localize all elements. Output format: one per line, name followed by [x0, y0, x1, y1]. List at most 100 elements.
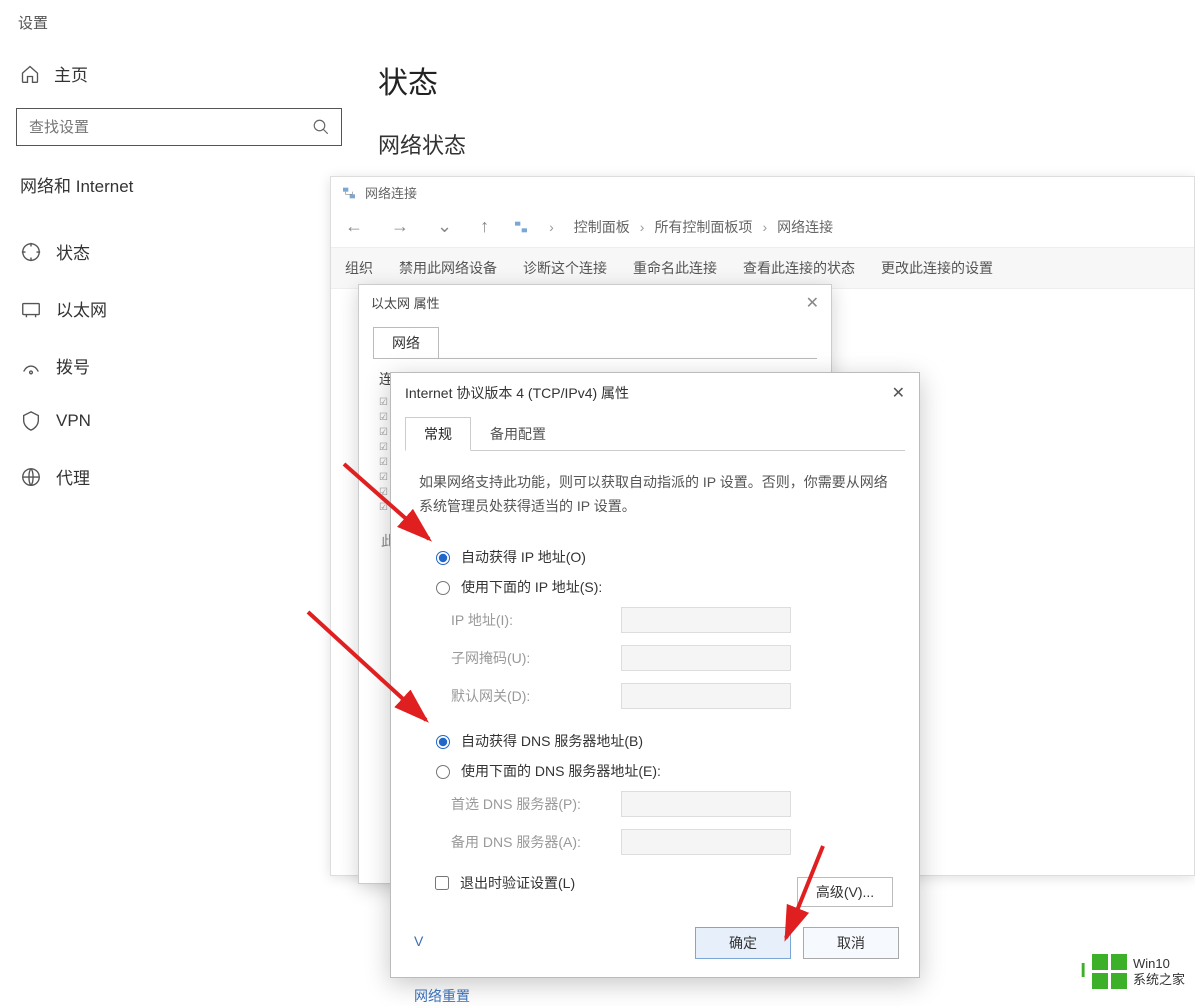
wm-line1: Win10 — [1133, 956, 1185, 972]
search-icon — [312, 118, 330, 136]
checkbox-validate-label: 退出时验证设置(L) — [460, 873, 575, 893]
toolbar-view-status[interactable]: 查看此连接的状态 — [743, 258, 855, 278]
toolbar-disable[interactable]: 禁用此网络设备 — [399, 258, 497, 278]
sidebar-item-proxy[interactable]: 代理 — [0, 448, 358, 505]
recent-dropdown[interactable]: ⌄ — [433, 214, 456, 239]
watermark-text: Win10 系统之家 — [1133, 956, 1185, 987]
watermark-logo-text: I — [1080, 960, 1086, 983]
radio-manual-dns-input[interactable] — [436, 765, 450, 779]
watermark: I Win10 系统之家 — [1080, 954, 1185, 989]
nc-titlebar: 网络连接 — [331, 177, 1194, 208]
field-subnet: 子网掩码(U): — [451, 645, 891, 671]
search-input[interactable] — [16, 108, 342, 146]
close-icon[interactable]: ✕ — [892, 383, 905, 403]
sidebar-item-label: 代理 — [56, 464, 90, 489]
radio-manual-ip-input[interactable] — [436, 581, 450, 595]
alt-dns-label: 备用 DNS 服务器(A): — [451, 832, 621, 852]
cancel-button[interactable]: 取消 — [803, 927, 899, 959]
path-icon — [513, 219, 529, 235]
toolbar-change-settings[interactable]: 更改此连接的设置 — [881, 258, 993, 278]
checkbox-validate-input[interactable] — [435, 876, 449, 890]
ip-title: Internet 协议版本 4 (TCP/IPv4) 属性 — [405, 383, 629, 403]
radio-manual-ip-label: 使用下面的 IP 地址(S): — [461, 577, 602, 597]
pref-dns-input — [621, 791, 791, 817]
radio-auto-ip[interactable]: 自动获得 IP 地址(O) — [431, 547, 891, 567]
forward-button[interactable]: → — [387, 214, 413, 239]
ok-button[interactable]: 确定 — [695, 927, 791, 959]
ip-address-label: IP 地址(I): — [451, 610, 621, 630]
crumb-item[interactable]: 所有控制面板项 — [654, 217, 752, 237]
radio-manual-dns-label: 使用下面的 DNS 服务器地址(E): — [461, 761, 661, 781]
main-content: 状态 网络状态 — [378, 58, 1195, 160]
page-title: 状态 — [378, 58, 1195, 102]
page-subtitle: 网络状态 — [378, 128, 1195, 160]
gateway-input — [621, 683, 791, 709]
sidebar-home[interactable]: 主页 — [0, 49, 358, 98]
toolbar-rename[interactable]: 重命名此连接 — [633, 258, 717, 278]
eth-tab-network[interactable]: 网络 — [373, 327, 439, 358]
search-box — [16, 108, 342, 146]
link-v[interactable]: V — [414, 933, 423, 949]
toolbar-diagnose[interactable]: 诊断这个连接 — [523, 258, 607, 278]
radio-auto-ip-input[interactable] — [436, 551, 450, 565]
ethernet-icon — [20, 298, 42, 320]
sidebar-item-status[interactable]: 状态 — [0, 223, 358, 280]
sidebar-item-dialup[interactable]: 拨号 — [0, 337, 358, 394]
ip-address-input — [621, 607, 791, 633]
subnet-label: 子网掩码(U): — [451, 648, 621, 668]
advanced-button[interactable]: 高级(V)... — [797, 877, 893, 907]
proxy-icon — [20, 466, 42, 488]
subnet-input — [621, 645, 791, 671]
sidebar-item-label: VPN — [56, 411, 91, 431]
sidebar-title: 设置 — [0, 12, 358, 49]
ip-description: 如果网络支持此功能，则可以获取自动指派的 IP 设置。否则，你需要从网络系统管理… — [419, 471, 891, 519]
link-network-reset[interactable]: 网络重置 — [414, 986, 470, 1006]
sidebar-item-label: 拨号 — [56, 353, 90, 378]
wm-line2: 系统之家 — [1133, 972, 1185, 988]
ip-body: 如果网络支持此功能，则可以获取自动指派的 IP 设置。否则，你需要从网络系统管理… — [405, 450, 905, 905]
radio-auto-ip-label: 自动获得 IP 地址(O) — [461, 547, 586, 567]
dialup-icon — [20, 355, 42, 377]
ipv4-properties-window: Internet 协议版本 4 (TCP/IPv4) 属性 ✕ 常规 备用配置 … — [390, 372, 920, 978]
up-button[interactable]: ↑ — [476, 214, 493, 239]
pref-dns-label: 首选 DNS 服务器(P): — [451, 794, 621, 814]
crumb-item[interactable]: 控制面板 — [574, 217, 630, 237]
radio-manual-dns[interactable]: 使用下面的 DNS 服务器地址(E): — [431, 761, 891, 781]
nc-title-text: 网络连接 — [365, 183, 417, 202]
sidebar-item-label: 以太网 — [56, 296, 107, 321]
field-ip-address: IP 地址(I): — [451, 607, 891, 633]
eth-titlebar: 以太网 属性 ✕ — [359, 285, 831, 317]
sidebar-item-vpn[interactable]: VPN — [0, 394, 358, 448]
field-gateway: 默认网关(D): — [451, 683, 891, 709]
nc-toolbar: 组织 禁用此网络设备 诊断这个连接 重命名此连接 查看此连接的状态 更改此连接的… — [331, 248, 1194, 289]
sidebar-item-ethernet[interactable]: 以太网 — [0, 280, 358, 337]
eth-title: 以太网 属性 — [371, 293, 440, 313]
crumb-item[interactable]: 网络连接 — [777, 217, 833, 237]
sidebar-section: 网络和 Internet — [0, 172, 358, 223]
windows-logo-icon — [1092, 954, 1127, 989]
back-button[interactable]: ← — [341, 214, 367, 239]
ip-button-row: 确定 取消 — [695, 927, 899, 959]
breadcrumb: 控制面板 › 所有控制面板项 › 网络连接 — [574, 217, 833, 237]
radio-manual-ip[interactable]: 使用下面的 IP 地址(S): — [431, 577, 891, 597]
alt-dns-input — [621, 829, 791, 855]
breadcrumb-sep: › — [549, 219, 554, 235]
tab-alternate[interactable]: 备用配置 — [471, 417, 565, 451]
radio-auto-dns-input[interactable] — [436, 735, 450, 749]
field-alt-dns: 备用 DNS 服务器(A): — [451, 829, 891, 855]
nc-navbar: ← → ⌄ ↑ › 控制面板 › 所有控制面板项 › 网络连接 — [331, 208, 1194, 248]
radio-auto-dns-label: 自动获得 DNS 服务器地址(B) — [461, 731, 643, 751]
ip-titlebar: Internet 协议版本 4 (TCP/IPv4) 属性 ✕ — [391, 373, 919, 409]
home-label: 主页 — [54, 61, 88, 86]
status-icon — [20, 241, 42, 263]
settings-sidebar: 设置 主页 网络和 Internet 状态 以太网 拨号 VPN 代理 — [0, 0, 358, 1001]
breadcrumb-sep: › — [640, 219, 645, 235]
tab-general[interactable]: 常规 — [405, 417, 471, 451]
toolbar-organize[interactable]: 组织 — [345, 258, 373, 278]
radio-auto-dns[interactable]: 自动获得 DNS 服务器地址(B) — [431, 731, 891, 751]
close-icon[interactable]: ✕ — [806, 293, 819, 313]
network-icon — [341, 185, 357, 201]
field-pref-dns: 首选 DNS 服务器(P): — [451, 791, 891, 817]
vpn-icon — [20, 410, 42, 432]
gateway-label: 默认网关(D): — [451, 686, 621, 706]
